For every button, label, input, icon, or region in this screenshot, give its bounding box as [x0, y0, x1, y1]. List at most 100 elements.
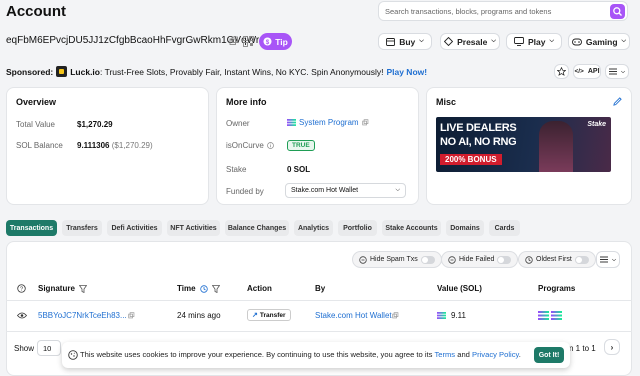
page-size-value: 10	[43, 344, 52, 353]
ad-line-3: 200% BONUS	[440, 154, 502, 165]
stake-ad-banner[interactable]: LIVE DEALERS NO AI, NO RNG 200% BONUS St…	[436, 117, 611, 172]
clock-icon[interactable]	[199, 284, 208, 293]
cookie-text: This website uses cookies to improve you…	[80, 350, 433, 359]
shield-icon	[359, 255, 367, 264]
list-icon	[600, 256, 609, 263]
copy-icon[interactable]	[229, 36, 239, 46]
toggle-switch[interactable]	[574, 255, 589, 264]
funded-label: Funded by	[226, 187, 264, 196]
tab-cards[interactable]: Cards	[489, 220, 520, 236]
ad-line-1: LIVE DEALERS	[440, 122, 517, 134]
oldest-first-toggle[interactable]: Oldest First	[518, 251, 596, 268]
minus-circle-icon	[448, 255, 456, 264]
program-icon[interactable]	[551, 311, 562, 320]
sol-balance-label: SOL Balance	[16, 141, 63, 150]
search-button[interactable]	[610, 4, 625, 19]
tab-portfolio[interactable]: Portfolio	[338, 220, 377, 236]
chevron-down-icon: ⌵	[612, 256, 616, 263]
account-address: eqFbM6EPvcjDU5JJ1zCfgbBcaoHhFvgrGwRkm1GV…	[6, 35, 260, 46]
list-icon	[609, 68, 618, 75]
tab-nft-activities[interactable]: NFT Activities	[167, 220, 220, 236]
tab-transactions[interactable]: Transactions	[6, 220, 57, 236]
info-icon[interactable]	[266, 142, 274, 149]
sol-balance: 9.111306 ($1,270.29)	[77, 141, 153, 150]
filter-icon[interactable]	[78, 284, 87, 293]
edit-icon[interactable]	[613, 97, 622, 106]
misc-heading: Misc	[436, 97, 457, 107]
menu-button[interactable]: ⌵	[605, 64, 629, 79]
nav-gaming-button[interactable]: Gaming ⌵	[568, 33, 630, 50]
cookie-icon	[68, 350, 78, 360]
nav-presale-label: Presale	[457, 36, 488, 47]
hide-spam-toggle[interactable]: Hide Spam Txs	[352, 251, 442, 268]
toggle-switch[interactable]	[420, 255, 435, 264]
copy-icon[interactable]	[361, 119, 369, 126]
action-label: Transfer	[259, 311, 286, 319]
chevron-down-icon: ⌵	[419, 38, 424, 44]
help-icon[interactable]: ?	[17, 284, 26, 293]
nav-play-label: Play	[527, 36, 546, 47]
terms-link[interactable]: Terms	[434, 350, 455, 359]
more-info-card: More info Owner System Program isOnCurve…	[216, 87, 419, 205]
misc-card: Misc LIVE DEALERS NO AI, NO RNG 200% BON…	[426, 87, 632, 205]
privacy-link[interactable]: Privacy Policy	[472, 350, 519, 359]
favorite-button[interactable]	[554, 64, 569, 79]
page-size-select[interactable]: 10	[37, 340, 61, 356]
columns-button[interactable]: ⌵	[596, 251, 620, 268]
eye-icon[interactable]	[17, 312, 27, 319]
total-value-label: Total Value	[16, 120, 55, 129]
chevron-down-icon: ⌵	[395, 187, 400, 193]
nav-gaming-label: Gaming	[585, 36, 618, 47]
chevron-right-icon: ›	[610, 342, 614, 352]
col-time: Time	[177, 284, 220, 293]
pagination-info: n 1 to 1	[569, 344, 596, 353]
owner-label: Owner	[226, 119, 250, 128]
transfer-icon: ↗	[252, 312, 258, 319]
overview-card: Overview Total Value $1,270.29 SOL Balan…	[6, 87, 209, 205]
owner-value: System Program	[287, 118, 369, 127]
funded-by-select[interactable]: Stake.com Hot Wallet ⌵	[285, 183, 406, 198]
accept-cookies-button[interactable]: Got It!	[534, 347, 564, 363]
chevron-down-icon: ⌵	[621, 68, 625, 75]
copy-icon[interactable]	[392, 312, 399, 319]
chevron-down-icon: ⌵	[621, 38, 627, 44]
hide-failed-toggle[interactable]: Hide Failed	[441, 251, 519, 268]
copy-icon[interactable]	[128, 312, 135, 319]
sponsor-brand[interactable]: Luck.io	[70, 67, 100, 77]
search-bar[interactable]: Search transactions, blocks, programs an…	[378, 1, 628, 21]
api-button[interactable]: </> API	[573, 64, 601, 79]
cookie-message: This website uses cookies to improve you…	[80, 350, 521, 359]
nav-buy-label: Buy	[399, 36, 416, 47]
api-label: API	[587, 68, 600, 75]
program-icon[interactable]	[538, 311, 549, 320]
qr-code-icon[interactable]	[243, 36, 254, 47]
tab-transfers[interactable]: Transfers	[62, 220, 102, 236]
table-row[interactable]: 5BBYoJC7NrkTceEh83... 24 mins ago ↗ Tran…	[6, 301, 632, 331]
hide-spam-label: Hide Spam Txs	[370, 256, 418, 263]
code-icon: </>	[574, 68, 584, 75]
tab-stake-accounts[interactable]: Stake Accounts	[382, 220, 441, 236]
filter-icon[interactable]	[211, 284, 220, 293]
nav-play-button[interactable]: Play ⌵	[506, 33, 562, 50]
tab-analytics[interactable]: Analytics	[294, 220, 333, 236]
signature-link[interactable]: 5BBYoJC7NrkTceEh83...	[38, 311, 127, 320]
toggle-switch[interactable]	[497, 255, 512, 264]
tab-defi-activities[interactable]: Defi Activities	[107, 220, 162, 236]
owner-link[interactable]: System Program	[299, 118, 359, 127]
tab-balance-changes[interactable]: Balance Changes	[225, 220, 289, 236]
next-page-button[interactable]: ›	[604, 339, 620, 355]
gamepad-icon	[571, 38, 582, 45]
by-link[interactable]: Stake.com Hot Wallet	[315, 311, 392, 320]
sponsor-cta-link[interactable]: Play Now!	[386, 67, 427, 77]
tab-domains[interactable]: Domains	[446, 220, 484, 236]
sponsor-prefix: Sponsored:	[6, 66, 54, 77]
tip-button[interactable]: $ Tip	[259, 33, 292, 50]
nav-presale-button[interactable]: Presale ⌵	[440, 33, 500, 50]
row-divider	[6, 331, 632, 332]
oldest-first-label: Oldest First	[536, 256, 572, 263]
nav-buy-button[interactable]: Buy ⌵	[378, 33, 432, 50]
search-input[interactable]: Search transactions, blocks, programs an…	[385, 7, 551, 16]
col-programs: Programs	[538, 284, 576, 293]
ad-brand: Stake	[587, 121, 606, 128]
stake-label: Stake	[226, 165, 247, 174]
